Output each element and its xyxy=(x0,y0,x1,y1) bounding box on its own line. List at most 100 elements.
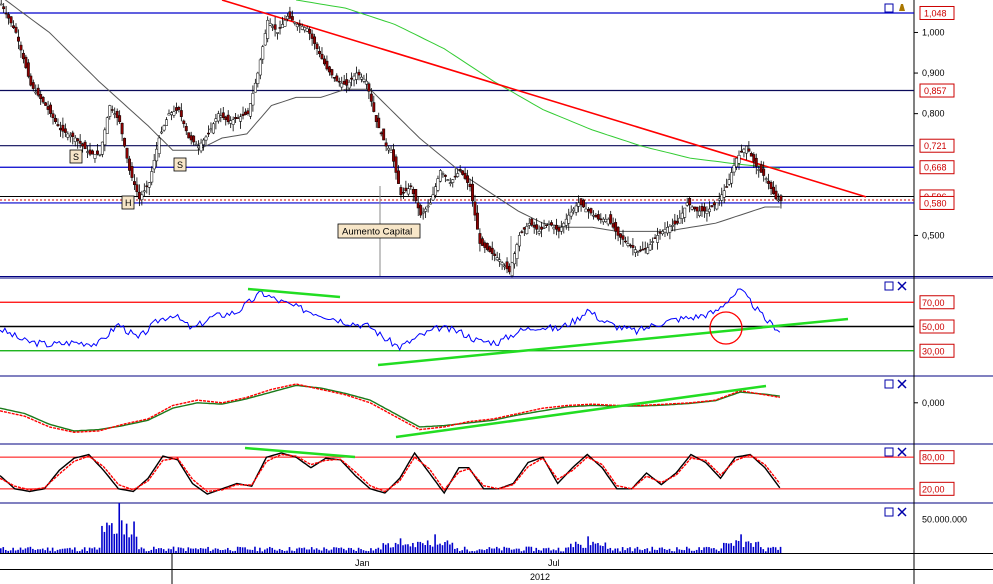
candle-body xyxy=(202,139,205,145)
candle-body xyxy=(66,133,70,138)
candle-body xyxy=(352,75,356,81)
candle-body xyxy=(320,53,324,60)
volume-bar xyxy=(106,522,108,553)
candle-body xyxy=(559,227,563,232)
volume-bar xyxy=(113,533,116,553)
volume-bar xyxy=(439,543,441,553)
candle-body xyxy=(695,206,699,212)
volume-bar xyxy=(695,549,698,553)
candle-body xyxy=(224,116,228,120)
candle-body xyxy=(298,23,302,26)
candle-body xyxy=(382,128,386,141)
volume-bar xyxy=(757,541,760,553)
volume-bar xyxy=(530,546,533,553)
candle-body xyxy=(128,158,131,171)
candle-body xyxy=(152,160,156,170)
volume-bar xyxy=(488,547,491,553)
candle-body xyxy=(120,122,124,135)
volume-bar xyxy=(91,548,93,553)
volume-bar xyxy=(429,545,431,553)
volume-bar xyxy=(236,546,239,553)
x-tick-jan: Jan xyxy=(355,558,370,568)
candle-body xyxy=(414,188,418,202)
candle-body xyxy=(614,222,618,232)
candle-body xyxy=(769,182,773,189)
candle-body xyxy=(221,112,225,118)
volume-bar xyxy=(466,549,468,553)
candle-body xyxy=(241,113,245,116)
candle-body xyxy=(562,222,566,227)
candle-body xyxy=(29,75,33,86)
candle-body xyxy=(179,110,183,117)
candle-body xyxy=(236,117,240,119)
volume-bar xyxy=(609,547,612,553)
candle-body xyxy=(690,206,694,210)
volume-bar xyxy=(278,548,281,553)
volume-bar xyxy=(737,540,740,553)
volume-bar xyxy=(424,545,427,553)
candle-body xyxy=(68,135,72,138)
volume-bar xyxy=(143,548,145,553)
volume-bar xyxy=(310,547,313,553)
price-level-label: 0,721 xyxy=(924,141,947,151)
candle-body xyxy=(253,82,257,93)
volume-bar xyxy=(217,548,219,553)
candle-body xyxy=(601,218,605,223)
candle-body xyxy=(123,137,127,147)
volume-bar xyxy=(565,547,567,553)
volume-bar xyxy=(229,550,232,553)
candle-body xyxy=(177,107,181,110)
volume-bar xyxy=(604,542,607,553)
candle-body xyxy=(441,173,445,175)
candle-body xyxy=(278,27,282,29)
volume-bar xyxy=(37,549,39,553)
candle-body xyxy=(658,231,662,234)
candle-body xyxy=(693,206,697,210)
candle-body xyxy=(130,166,134,178)
event-label: Aumento Capital xyxy=(342,227,412,238)
volume-bar xyxy=(135,536,138,553)
candle-body xyxy=(211,123,215,134)
volume-bar xyxy=(357,547,360,553)
volume-bar xyxy=(377,547,380,553)
stock-chart: 1,000 0,900 0,800 0,500 1,048 0,857 0,721 0,668… xyxy=(0,0,993,584)
candle-body xyxy=(703,206,706,212)
volume-bar xyxy=(636,546,639,553)
volume-bar xyxy=(165,550,167,553)
candle-body xyxy=(323,58,326,65)
volume-bar xyxy=(199,548,202,553)
candle-body xyxy=(313,36,317,44)
volume-bar xyxy=(421,543,424,553)
candle-body xyxy=(404,187,408,192)
candle-body xyxy=(58,127,62,131)
candle-body xyxy=(337,80,341,83)
candle-body xyxy=(364,80,368,85)
volume-bar xyxy=(389,547,392,553)
volume-bar xyxy=(190,548,192,553)
candle-body xyxy=(2,6,6,10)
volume-bar xyxy=(177,547,180,553)
volume-bar xyxy=(318,549,320,553)
volume-bar xyxy=(505,547,508,553)
volume-bar xyxy=(547,547,550,553)
volume-bar xyxy=(715,549,718,553)
candle-body xyxy=(774,190,778,200)
candle-body xyxy=(360,76,363,80)
volume-bar xyxy=(693,550,695,553)
volume-bar xyxy=(44,550,47,553)
candle-body xyxy=(707,208,711,213)
volume-bar xyxy=(762,549,765,553)
volume-bar xyxy=(473,551,476,553)
volume-bar xyxy=(382,543,385,553)
volume-bar xyxy=(49,550,51,553)
volume-bar xyxy=(567,547,570,553)
volume-bar xyxy=(34,549,37,553)
volume-bar xyxy=(9,550,12,553)
candle-body xyxy=(678,217,682,224)
volume-bar xyxy=(241,547,244,553)
pattern-label: H xyxy=(125,198,132,208)
volume-bar xyxy=(283,550,286,553)
candle-body xyxy=(342,80,346,85)
volume-bar xyxy=(718,551,720,553)
candle-body xyxy=(63,128,67,133)
